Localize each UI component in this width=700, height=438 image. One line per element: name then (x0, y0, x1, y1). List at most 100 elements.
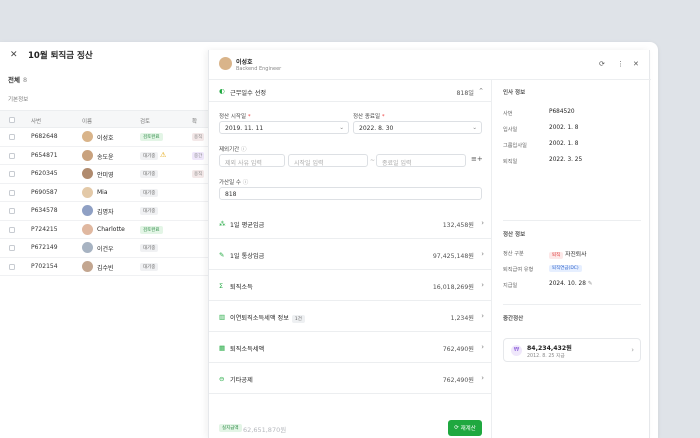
more-icon[interactable]: ⋮ (617, 60, 624, 68)
avatar (82, 186, 93, 198)
pension-type-label: 퇴직급여 유형 (503, 267, 534, 273)
row-checkbox[interactable] (9, 171, 15, 177)
employee-id: P682648 (31, 133, 58, 140)
add-days-input[interactable]: 818 (219, 187, 482, 200)
item-value: 16,018,269원 (432, 284, 474, 291)
row-checkbox[interactable] (9, 189, 15, 196)
item-label: 퇴직소득 (230, 284, 253, 291)
count-label: 전체 (8, 76, 20, 84)
info-sidebar: 인사 정보 사번 P684520 입사일 2002. 1. 8 그룹입사일 2002. 1… (493, 80, 651, 438)
settle-type-value: 퇴직 자진퇴사 (549, 249, 586, 259)
row-checkbox[interactable] (9, 208, 15, 214)
row-checkbox[interactable] (9, 263, 15, 270)
col-header-name: 이름 (82, 119, 93, 125)
chevron-right-icon: › (481, 250, 484, 258)
settle-type-label: 정산 구분 (503, 251, 524, 257)
row-checkbox[interactable] (9, 245, 15, 251)
avatar (82, 149, 93, 161)
table-row[interactable]: P654871 송도윤 대기중 ⚠ 중간 (0, 147, 208, 165)
calc-item-row[interactable]: ✎ 1일 통상임금 97,425,148원 › (209, 239, 492, 270)
chevron-up-icon[interactable]: ⌃ (478, 87, 484, 95)
col-header-id: 사번 (31, 119, 42, 125)
workdays-value: 818일 (456, 90, 474, 97)
hr-field-value: P684520 (549, 109, 575, 115)
item-value: 97,425,148원 (432, 253, 474, 260)
refresh-icon[interactable]: ⟳ (599, 60, 605, 68)
hr-field-label: 사번 (503, 111, 513, 117)
table-row[interactable]: P702154 김수빈 대기중 (0, 258, 208, 276)
employee-name: 이성호 (97, 135, 114, 142)
hr-field-label: 퇴직일 (503, 159, 518, 165)
row-checkbox[interactable] (9, 134, 15, 140)
edit-title-icon[interactable]: ✎ (80, 50, 86, 58)
table-row[interactable]: P672149 이건우 대기중 (0, 239, 208, 258)
exclude-from-input[interactable]: 시작일 입력 (288, 154, 368, 167)
avatar (82, 131, 93, 142)
avatar (82, 242, 93, 253)
net-pay-badge: 실지급액 (219, 424, 242, 432)
calc-item-row[interactable]: ⁂ 1일 평균임금 132,458원 › (209, 208, 492, 239)
item-icon: ⁂ (219, 220, 226, 228)
status-badge: 검토완료 (140, 133, 163, 141)
start-date-field[interactable]: 2019. 11. 11 ⌄ (219, 121, 349, 134)
end-date-field[interactable]: 2022. 8. 30 ⌄ (353, 121, 482, 134)
table-row[interactable]: P724215 Charlotte 검토완료 (0, 221, 208, 239)
type-badge: 용직 (192, 170, 205, 178)
avatar (82, 205, 93, 216)
select-all-checkbox[interactable] (9, 117, 15, 123)
workdays-label: 근무일수 선정 (230, 90, 267, 97)
calc-item-row[interactable]: ▦ 퇴직소득세액 762,490원 › (209, 332, 492, 363)
hr-field-value: 2022. 3. 25 (549, 157, 583, 163)
close-icon[interactable]: ✕ (10, 50, 18, 60)
item-icon: ✎ (219, 251, 225, 259)
chevron-down-icon: ⌄ (472, 125, 477, 131)
avatar (82, 168, 93, 179)
detail-panel: 이성호 Backend Engineer ⟳ ⋮ ✕ ◐ 근무일수 선정 818… (208, 50, 651, 438)
table-row[interactable]: P634578 김명자 대기중 (0, 202, 208, 221)
interim-date: 2012. 8. 25 지급 (527, 354, 565, 359)
table-row[interactable]: P620345 안미영 대기중 용직 (0, 165, 208, 184)
range-separator: ~ (370, 157, 376, 164)
pay-date-value: 2024. 10. 28 ✎ (549, 281, 593, 287)
calc-item-row[interactable]: ⊖ 기타공제 762,490원 › (209, 363, 492, 394)
exclude-reason-input[interactable]: 제외 사유 입력 (219, 154, 285, 167)
hr-field-value: 2002. 1. 8 (549, 125, 579, 131)
exclude-to-input[interactable]: 종료일 입력 (376, 154, 466, 167)
employee-name: 안미영 (97, 172, 114, 179)
calc-item-row[interactable]: Σ 퇴직소득 16,018,269원 › (209, 270, 492, 301)
app-window: ✕ 10월 퇴직금 정산 ✎ 전체 8 기본정보 사번 이름 검토 확 P6826… (0, 42, 658, 438)
interim-card[interactable]: ₩ 84,234,432원 2012. 8. 25 지급 › (503, 338, 641, 362)
employee-id: P724215 (31, 225, 58, 233)
chevron-right-icon: › (481, 374, 484, 382)
settle-info-title: 정산 정보 (503, 232, 526, 238)
hr-field-label: 입사일 (503, 127, 518, 133)
employee-name: 김명자 (97, 209, 114, 216)
row-checkbox[interactable] (9, 226, 15, 233)
status-badge: 대기중 (140, 151, 159, 160)
employee-name: 이건우 (97, 246, 114, 253)
chevron-right-icon: › (481, 281, 484, 289)
item-label: 기타공제 (230, 377, 253, 384)
table-row[interactable]: P690587 Mia 대기중 (0, 184, 208, 202)
col-header-review: 검토 (140, 119, 151, 125)
pie-icon: ◐ (219, 87, 225, 95)
calc-item-row[interactable]: ▥ 이연퇴직소득세액 정보 1건 1,234원 › (209, 301, 492, 332)
settlement-form: ◐ 근무일수 선정 818일 ⌃ 정산 시작일 * 2019. 11. 11 ⌄ … (209, 80, 492, 438)
workdays-row[interactable]: ◐ 근무일수 선정 818일 ⌃ (209, 80, 492, 102)
close-icon[interactable]: ✕ (633, 60, 639, 68)
net-pay-amount: 62,651,870원 (243, 426, 287, 434)
warning-icon: ⚠ (160, 150, 167, 159)
add-row-icon[interactable]: ≡+ (471, 155, 483, 163)
table-row[interactable]: P682648 이성호 검토완료 용직 (0, 128, 208, 147)
col-header-more: 확 (192, 119, 198, 125)
employee-role: Backend Engineer (236, 66, 282, 72)
item-icon: Σ (219, 282, 224, 290)
chevron-right-icon: › (481, 219, 484, 227)
avatar (82, 223, 93, 235)
divider (503, 220, 641, 221)
row-checkbox[interactable] (9, 152, 15, 159)
recalculate-button[interactable]: ⟳ 재계산 (448, 420, 482, 436)
edit-icon[interactable]: ✎ (588, 281, 593, 287)
divider (503, 304, 641, 305)
status-badge: 대기중 (140, 170, 159, 178)
